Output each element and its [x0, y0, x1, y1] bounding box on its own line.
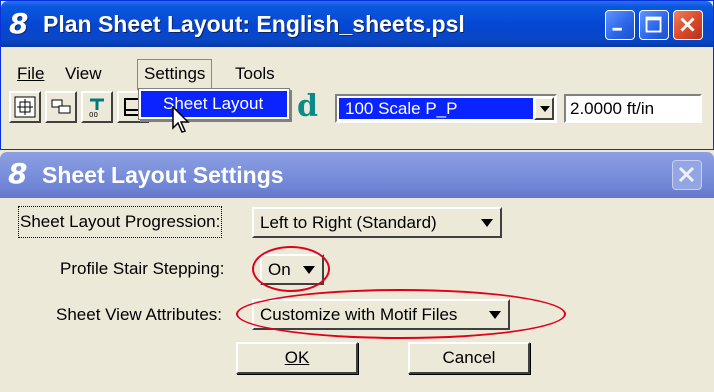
dialog-title: Sheet Layout Settings	[42, 162, 284, 188]
sheet-group-button[interactable]	[45, 91, 77, 123]
ft-per-in-field[interactable]: 2.0000 ft/in	[564, 94, 702, 123]
view-attributes-value: Customize with Motif Files	[260, 305, 458, 324]
view-attributes-label: Sheet View Attributes:	[56, 305, 223, 324]
menu-bar: File View Settings Tools	[3, 59, 709, 90]
maximize-button[interactable]	[639, 10, 669, 40]
close-icon	[678, 166, 695, 183]
menu-settings-label: Settings	[144, 64, 206, 83]
chevron-down-icon	[489, 311, 501, 319]
menu-file-label: File	[17, 64, 45, 83]
mouse-cursor-icon	[172, 106, 190, 133]
progression-label: Sheet Layout Progression:	[17, 206, 223, 238]
menu-view[interactable]: View	[59, 59, 108, 89]
app-logo-icon: 8	[9, 7, 29, 40]
menu-view-label: View	[65, 64, 102, 83]
place-sheet-icon	[14, 96, 36, 118]
id-tool-button[interactable]: d	[295, 89, 327, 124]
scale-dropdown-arrow-icon[interactable]	[534, 97, 554, 120]
menu-tools-label: Tools	[235, 64, 275, 83]
close-icon	[680, 17, 695, 32]
scale-select[interactable]: 100 Scale P_P	[335, 94, 557, 123]
stair-stepping-value: On	[268, 260, 291, 279]
sheet-text-button[interactable]: 00	[81, 91, 113, 123]
id-tool-icon: d	[297, 89, 318, 124]
settings-dropdown-menu: Sheet Layout	[138, 88, 290, 120]
maximize-icon	[645, 16, 662, 33]
dialog-logo-icon: 8	[8, 157, 28, 190]
stair-stepping-option[interactable]: On	[260, 254, 324, 285]
menu-tools[interactable]: Tools	[229, 59, 281, 89]
cancel-button-label: Cancel	[442, 348, 496, 367]
progression-value: Left to Right (Standard)	[260, 213, 437, 232]
plan-sheet-layout-window: 8 Plan Sheet Layout: English_sheets.psl …	[0, 0, 714, 150]
ok-button[interactable]: OK	[236, 342, 358, 374]
menu-file[interactable]: File	[11, 59, 50, 89]
svg-text:00: 00	[89, 111, 98, 118]
place-sheet-button[interactable]	[9, 91, 41, 123]
view-attributes-option[interactable]: Customize with Motif Files	[252, 299, 510, 330]
chevron-down-icon	[481, 219, 493, 227]
dialog-close-button[interactable]	[672, 160, 702, 190]
sheet-text-icon: 00	[89, 98, 104, 118]
minimize-icon	[612, 27, 622, 31]
ok-button-label: OK	[284, 348, 310, 367]
menu-settings[interactable]: Settings	[137, 59, 213, 90]
cancel-button[interactable]: Cancel	[408, 342, 530, 374]
scale-select-value: 100 Scale P_P	[339, 98, 533, 119]
stair-stepping-label: Profile Stair Stepping:	[60, 259, 225, 278]
main-window-title: Plan Sheet Layout: English_sheets.psl	[43, 11, 465, 37]
sheet-layout-settings-dialog: 8 Sheet Layout Settings Sheet Layout Pro…	[0, 152, 714, 392]
main-title-bar[interactable]: 8 Plan Sheet Layout: English_sheets.psl	[1, 1, 713, 47]
minimize-button[interactable]	[605, 10, 635, 40]
sheet-group-icon	[51, 99, 71, 114]
dialog-title-bar[interactable]: 8 Sheet Layout Settings	[0, 152, 714, 198]
progression-option[interactable]: Left to Right (Standard)	[252, 207, 502, 238]
menu-item-sheet-layout[interactable]: Sheet Layout	[141, 91, 287, 117]
close-button[interactable]	[673, 10, 703, 40]
chevron-down-icon	[303, 266, 315, 274]
